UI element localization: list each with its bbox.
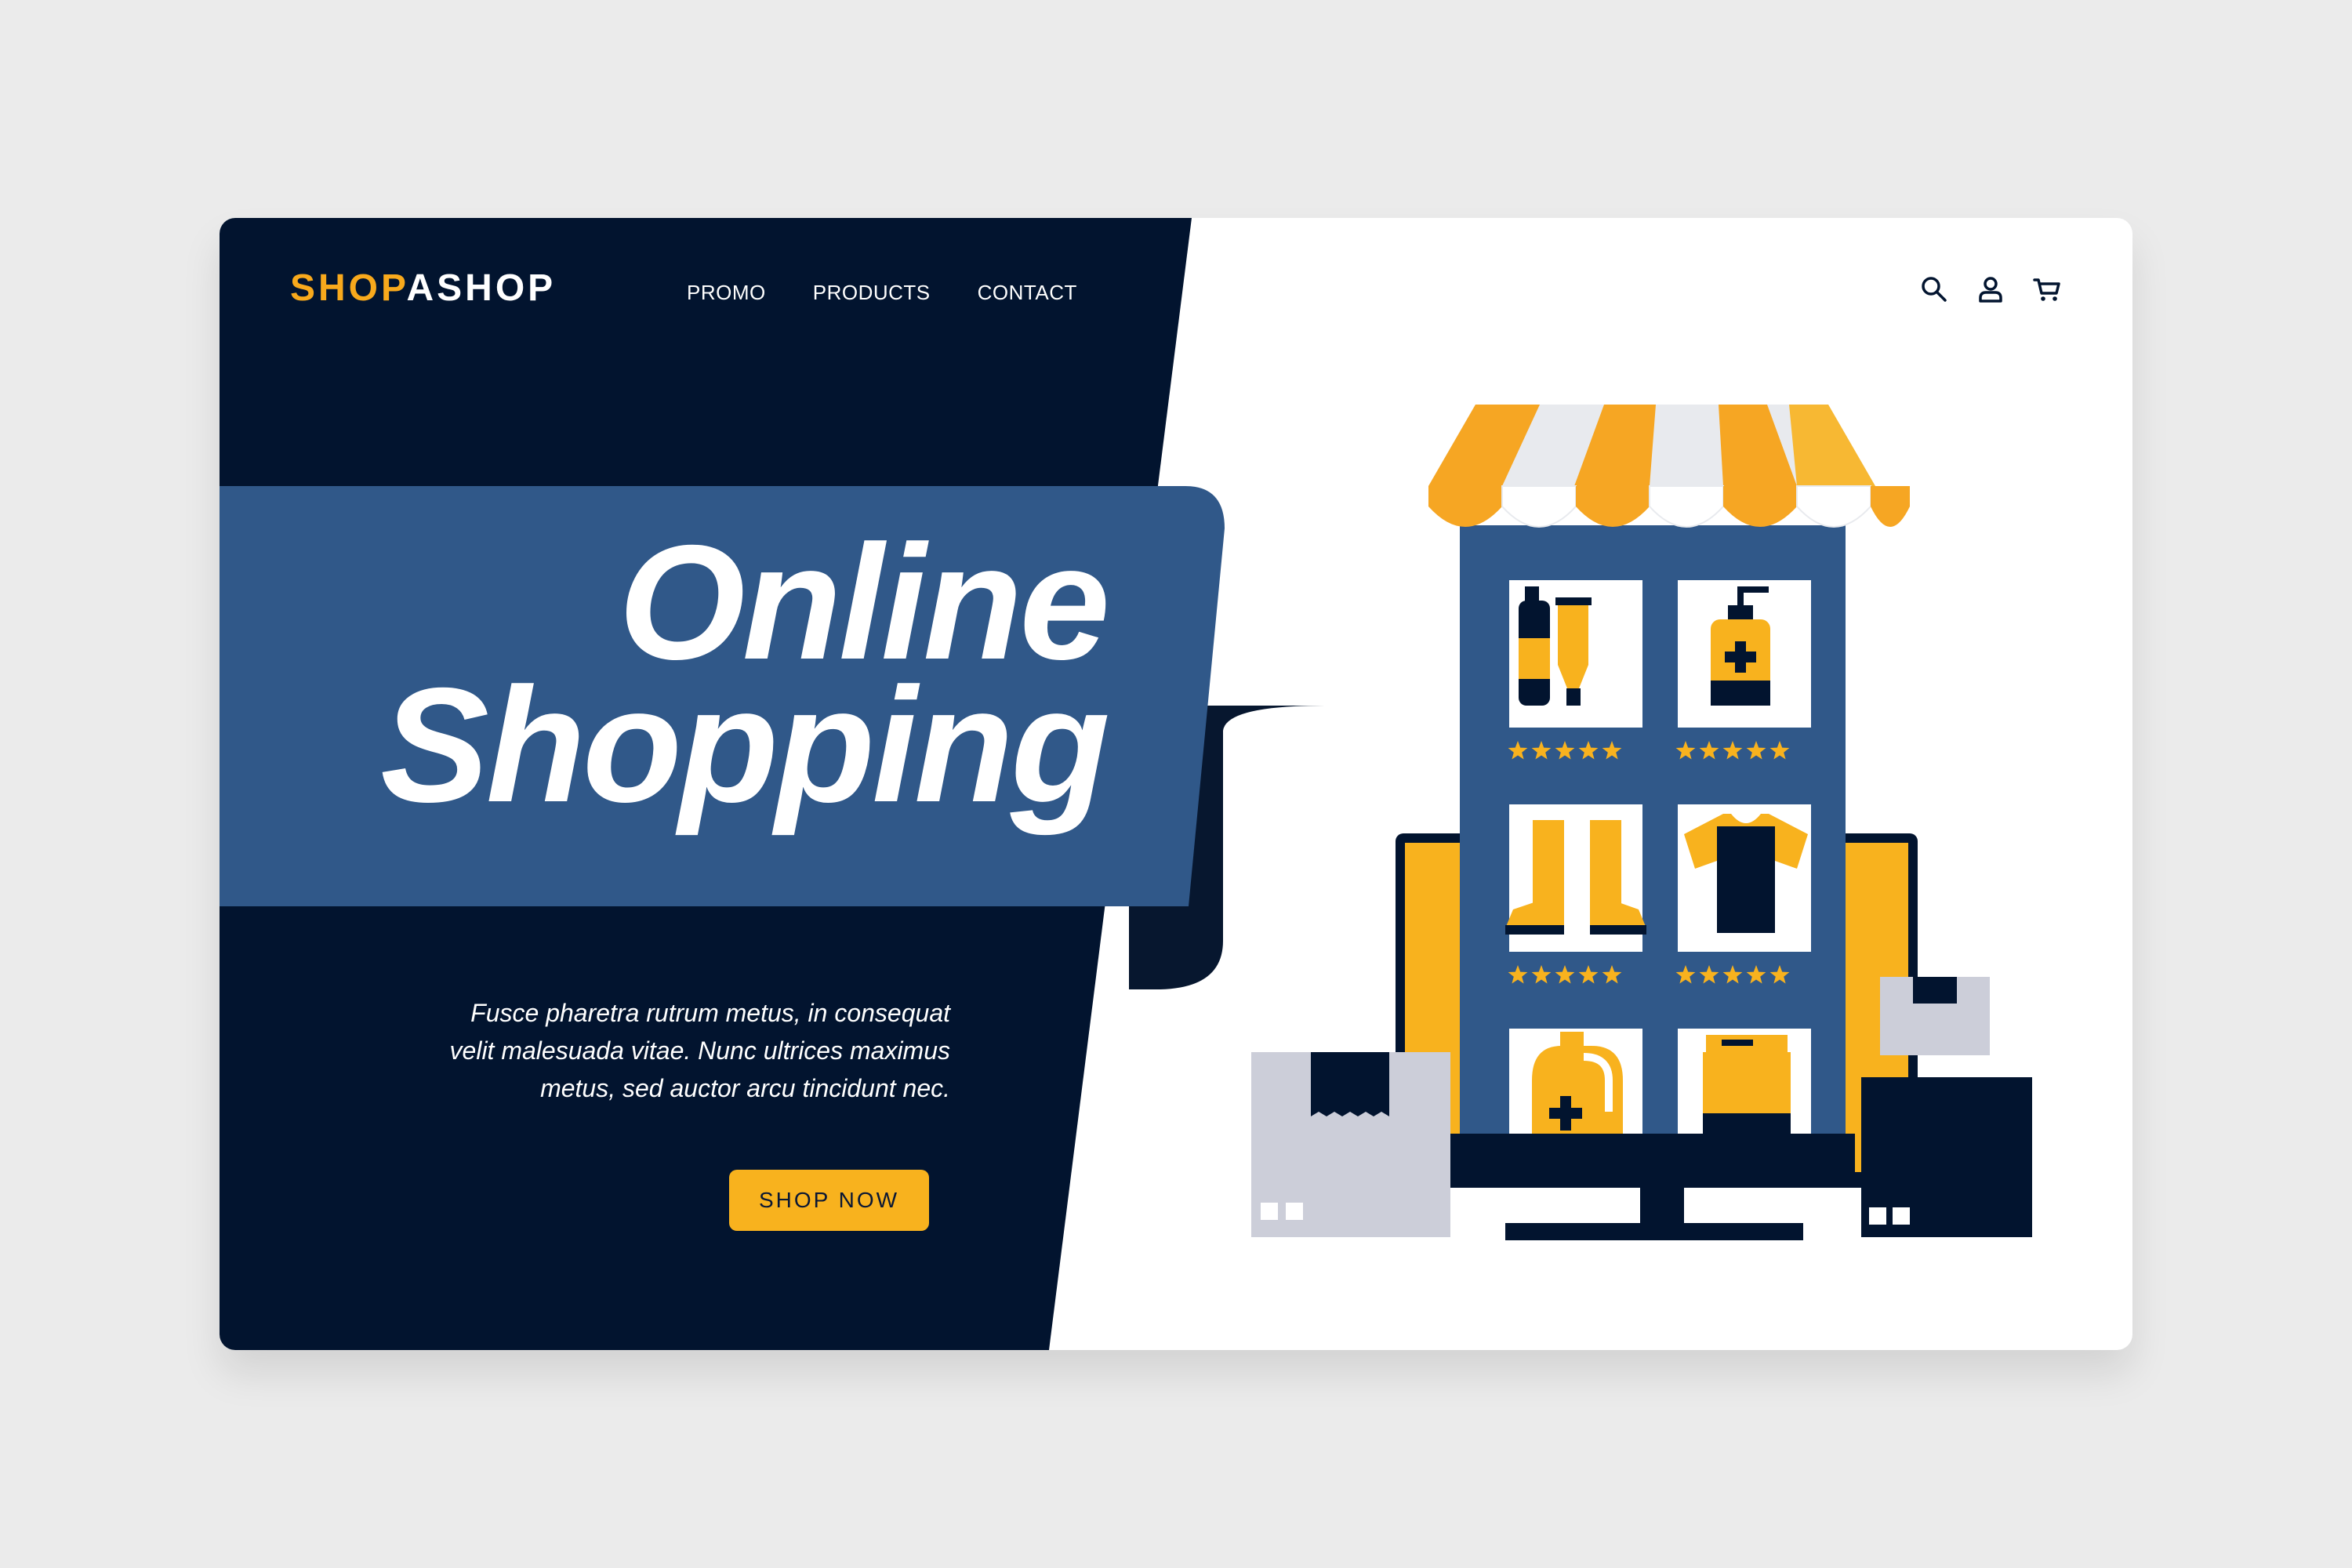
box-left — [1251, 1052, 1450, 1237]
product-tile-4 — [1678, 804, 1811, 952]
product-tile-3 — [1505, 804, 1646, 952]
hero-title: Online Shopping — [245, 521, 1110, 827]
shop-counter — [1450, 1134, 1855, 1178]
main-nav: PROMO PRODUCTS CONTACT — [687, 281, 1077, 305]
brand-logo-part1: SHOP — [290, 267, 407, 309]
product-tile-2 — [1678, 580, 1811, 728]
box-right-dark — [1861, 1077, 2032, 1237]
brand-logo-part2: ASHOP — [406, 267, 557, 309]
nav-products[interactable]: PRODUCTS — [813, 281, 931, 305]
brand-logo[interactable]: SHOPASHOP — [290, 270, 556, 307]
hero-description: Fusce pharetra rutrum metus, in consequa… — [354, 994, 950, 1107]
jar-icon — [1703, 1035, 1791, 1134]
bottle-tube-icon — [1525, 586, 1539, 602]
cart-icon[interactable] — [2032, 274, 2062, 304]
monitor-neck — [1640, 1174, 1684, 1229]
nav-contact[interactable]: CONTACT — [978, 281, 1077, 305]
monitor-base — [1505, 1223, 1803, 1240]
hero-title-line2: Shopping — [380, 655, 1110, 837]
user-icon[interactable] — [1976, 274, 2005, 304]
header-icons — [1919, 274, 2062, 304]
hero-description-line1: Fusce pharetra rutrum metus, in consequa… — [470, 999, 950, 1027]
search-icon[interactable] — [1919, 274, 1949, 304]
hero-description-line3: metus, sed auctor arcu tincidunt nec. — [540, 1074, 950, 1102]
shop-awning — [1428, 405, 1910, 528]
shop-illustration — [1251, 405, 2032, 1240]
shop-now-button[interactable]: SHOP NOW — [729, 1170, 929, 1231]
hero-description-line2: velit malesuada vitae. Nunc ultrices max… — [449, 1036, 950, 1065]
product-tile-1 — [1509, 580, 1642, 728]
nav-promo[interactable]: PROMO — [687, 281, 766, 305]
landing-card: SHOPASHOP PROMO PRODUCTS CONTACT Online … — [220, 218, 2132, 1350]
